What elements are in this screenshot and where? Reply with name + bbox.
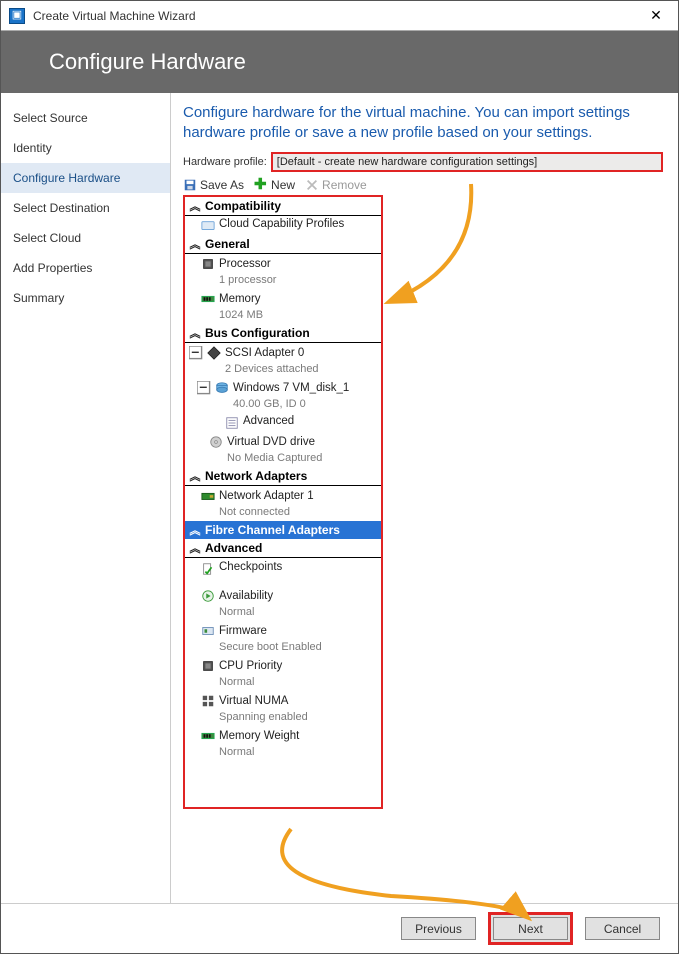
item-nic1[interactable]: Network Adapter 1Not connected [185,486,381,521]
item-dvd[interactable]: Virtual DVD driveNo Media Captured [185,432,381,467]
item-cloud-profiles[interactable]: Cloud Capability Profiles [185,216,381,235]
previous-button[interactable]: Previous [401,917,476,940]
profile-value: [Default - create new hardware configura… [277,156,537,168]
plus-icon: ✚ [254,177,268,191]
chevron-up-icon: ︽ [189,468,201,484]
profile-label: Hardware profile: [183,156,267,168]
chevron-up-icon: ︽ [189,236,201,252]
window-title: Create Virtual Machine Wizard [33,9,634,23]
item-numa[interactable]: Virtual NUMASpanning enabled [185,691,381,726]
next-button[interactable]: Next [493,917,568,940]
chevron-up-icon: ︽ [189,198,201,214]
new-button[interactable]: ✚ New [254,178,295,192]
section-bus[interactable]: ︽Bus Configuration [185,324,381,343]
advanced-icon [225,416,239,430]
intro-text: Configure hardware for the virtual machi… [183,103,663,142]
memory-icon [201,729,215,743]
chevron-up-icon: ︽ [189,522,201,538]
firmware-icon [201,624,215,638]
cpu-icon [201,659,215,673]
checkpoints-icon [201,562,215,576]
cancel-button[interactable]: Cancel [585,917,660,940]
item-memory[interactable]: Memory1024 MB [185,289,381,324]
item-scsi[interactable]: SCSI Adapter 02 Devices attached [185,343,381,378]
availability-icon [201,589,215,603]
banner: Configure Hardware [1,31,678,93]
wizard-steps: Select Source Identity Configure Hardwar… [1,93,171,903]
item-checkpoints[interactable]: Checkpoints [185,558,381,586]
cloud-icon [201,219,215,233]
item-cpu-priority[interactable]: CPU PriorityNormal [185,656,381,691]
item-availability[interactable]: AvailabilityNormal [185,586,381,621]
item-disk-advanced[interactable]: Advanced [185,413,381,432]
item-processor[interactable]: Processor1 processor [185,254,381,289]
next-button-highlight: Next [488,912,573,945]
app-icon: ▣ [9,8,25,24]
footer: Previous Next Cancel [1,903,678,953]
step-configure-hardware[interactable]: Configure Hardware [1,163,170,193]
remove-icon [305,178,319,192]
hardware-tree[interactable]: ︽Compatibility Cloud Capability Profiles… [183,195,383,809]
hardware-profile-dropdown[interactable]: [Default - create new hardware configura… [271,152,663,172]
step-summary[interactable]: Summary [1,283,170,313]
banner-title: Configure Hardware [49,49,246,75]
chevron-up-icon: ︽ [189,325,201,341]
section-general[interactable]: ︽General [185,235,381,254]
titlebar: ▣ Create Virtual Machine Wizard ✕ [1,1,678,31]
step-identity[interactable]: Identity [1,133,170,163]
close-button[interactable]: ✕ [634,1,678,31]
numa-icon [201,694,215,708]
save-as-button[interactable]: Save As [183,178,244,192]
remove-button: Remove [305,178,367,192]
expand-icon[interactable] [189,346,203,360]
step-add-properties[interactable]: Add Properties [1,253,170,283]
cpu-icon [201,257,215,271]
item-memory-weight[interactable]: Memory WeightNormal [185,726,381,761]
step-select-cloud[interactable]: Select Cloud [1,223,170,253]
toolbar: Save As ✚ New Remove [183,178,663,192]
save-icon [183,178,197,192]
scsi-icon [207,346,221,360]
section-compatibility[interactable]: ︽Compatibility [185,197,381,216]
step-select-destination[interactable]: Select Destination [1,193,170,223]
dvd-icon [209,435,223,449]
memory-icon [201,292,215,306]
chevron-up-icon: ︽ [189,540,201,556]
section-advanced[interactable]: ︽Advanced [185,539,381,558]
step-select-source[interactable]: Select Source [1,103,170,133]
item-disk[interactable]: Windows 7 VM_disk_140.00 GB, ID 0 [185,378,381,413]
item-firmware[interactable]: FirmwareSecure boot Enabled [185,621,381,656]
expand-icon[interactable] [197,381,211,395]
section-network[interactable]: ︽Network Adapters [185,467,381,486]
nic-icon [201,489,215,503]
disk-icon [215,381,229,395]
section-fibre[interactable]: ︽Fibre Channel Adapters [185,521,381,539]
